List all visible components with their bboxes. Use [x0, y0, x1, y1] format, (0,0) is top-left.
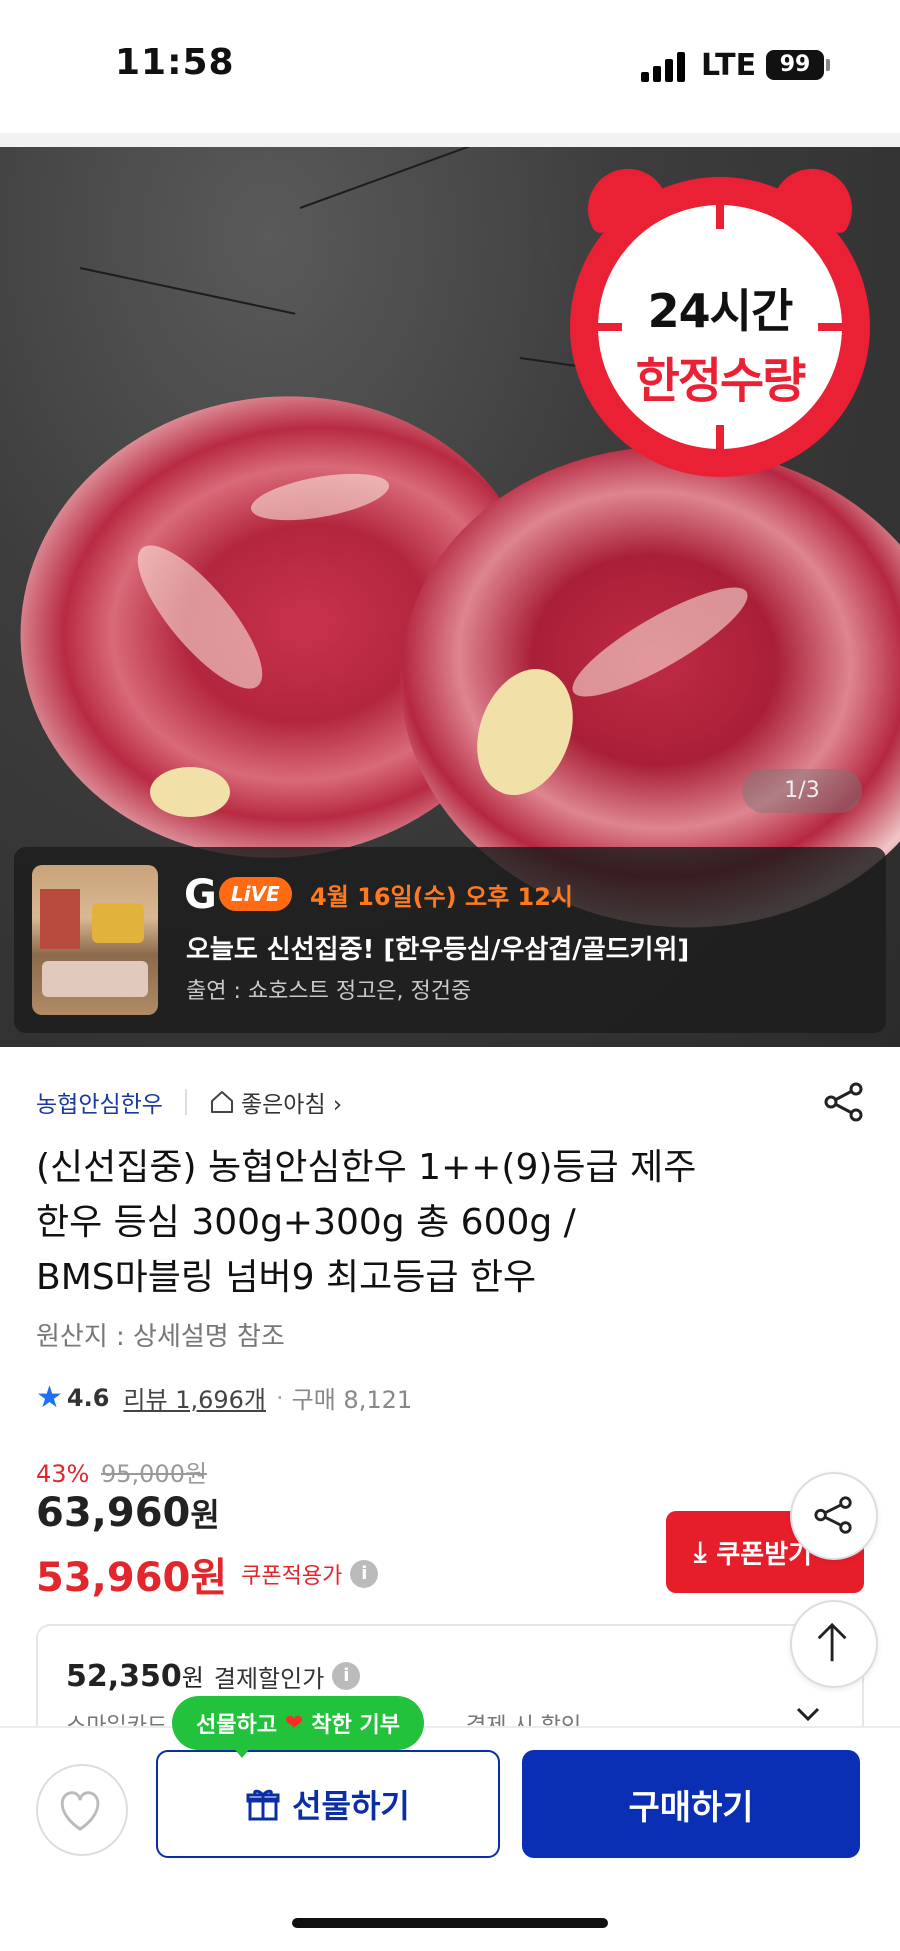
- store-separator: [184, 1089, 187, 1115]
- heart-icon: ❤: [284, 1710, 304, 1736]
- share-icon[interactable]: [822, 1080, 866, 1124]
- download-icon: ⤓: [694, 1535, 707, 1568]
- gift-tooltip: 선물하고 ❤ 착한 기부: [172, 1696, 425, 1750]
- sale-price: 63,960원: [36, 1490, 220, 1536]
- info-icon[interactable]: i: [332, 1662, 361, 1690]
- coupon-price-row: 53,960원 쿠폰적용가 i: [36, 1545, 379, 1603]
- arrow-up-icon: [817, 1622, 847, 1662]
- payment-amount: 52,350: [66, 1659, 182, 1694]
- product-page: 11:58 LTE 99 24시간 한정수량 1/3 G LiVE 4월 16일…: [0, 0, 900, 1951]
- gift-icon: [246, 1789, 280, 1821]
- status-bar: 11:58 LTE 99: [0, 0, 900, 135]
- origin-info: 원산지 : 상세설명 참조: [36, 1322, 285, 1352]
- limited-quantity-badge: 24시간 한정수량: [570, 154, 870, 477]
- info-icon[interactable]: i: [350, 1560, 379, 1588]
- reviews-link[interactable]: 리뷰 1,696개: [123, 1380, 266, 1415]
- badge-line1: 24시간: [647, 284, 794, 338]
- battery-tip: [826, 59, 830, 71]
- network-type: LTE: [701, 48, 757, 83]
- live-title: 오늘도 신선집중! [한우등심/우삼겹/골드키위]: [186, 935, 690, 965]
- live-broadcast-card[interactable]: G LiVE 4월 16일(수) 오후 12시 오늘도 신선집중! [한우등심/…: [14, 847, 886, 1033]
- scroll-top-button[interactable]: [790, 1600, 878, 1688]
- store-name-link[interactable]: 농협안심한우: [36, 1085, 163, 1119]
- coupon-price: 53,960원: [36, 1555, 228, 1601]
- status-time: 11:58: [115, 42, 235, 83]
- gift-tooltip-arrow: [232, 1746, 252, 1758]
- badge-line2: 한정수량: [635, 353, 807, 409]
- live-badge: LiVE: [219, 877, 292, 911]
- gift-tooltip-right: 착한 기부: [311, 1713, 401, 1738]
- original-price: 95,000원: [100, 1460, 208, 1488]
- rating-row: ★ 4.6 리뷰 1,696개 · 구매 8,121: [36, 1380, 412, 1415]
- product-title-line: 한우 등심 300g+300g 총 600g /: [36, 1202, 576, 1243]
- rating-value: 4.6: [66, 1383, 110, 1412]
- gift-button-label: 선물하기: [292, 1787, 410, 1825]
- chevron-down-icon[interactable]: [794, 1700, 822, 1728]
- discount-percent: 43%: [36, 1460, 90, 1488]
- product-title-line: BMS마블링 넘버9 최고등급 한우: [36, 1257, 537, 1298]
- live-date: 4월 16일(수) 오후 12시: [310, 883, 573, 911]
- home-indicator[interactable]: [292, 1918, 608, 1928]
- battery-icon: 99: [766, 50, 824, 80]
- sale-price-amount: 63,960: [36, 1490, 191, 1536]
- product-title-line: (신선집중) 농협안심한우 1++(9)등급 제주: [36, 1147, 697, 1188]
- buy-button[interactable]: 구매하기: [522, 1750, 860, 1858]
- payment-discount-label: 결제할인가: [213, 1664, 325, 1693]
- payment-unit: 원: [181, 1664, 204, 1692]
- heart-icon: [60, 1791, 100, 1831]
- coupon-price-label: 쿠폰적용가: [241, 1564, 343, 1589]
- buy-button-label: 구매하기: [628, 1787, 754, 1828]
- payment-discount-line: 52,350원 결제할인가 i: [66, 1658, 361, 1694]
- payment-discount-price: 52,350원: [66, 1658, 204, 1694]
- brand-link[interactable]: 좋은아침 ›: [241, 1085, 342, 1119]
- gift-tooltip-left: 선물하고: [196, 1713, 277, 1738]
- status-divider: [0, 133, 900, 147]
- g-logo: G: [184, 872, 217, 918]
- cellular-signal-icon: [641, 52, 687, 82]
- image-counter: 1/3: [742, 769, 862, 813]
- gift-button[interactable]: 선물하기: [156, 1750, 500, 1858]
- wishlist-button[interactable]: [36, 1764, 128, 1856]
- sale-price-unit: 원: [190, 1496, 220, 1534]
- share-icon: [814, 1496, 852, 1534]
- live-thumbnail: [32, 865, 158, 1015]
- star-icon: ★: [36, 1380, 63, 1415]
- discount-row: 43% 95,000원: [36, 1454, 207, 1489]
- purchase-count: 구매 8,121: [291, 1386, 413, 1414]
- product-title: (신선집중) 농협안심한우 1++(9)등급 제주 한우 등심 300g+300…: [36, 1140, 836, 1305]
- store-row: 농협안심한우 좋은아침 ›: [36, 1085, 342, 1119]
- floating-share-button[interactable]: [790, 1472, 878, 1560]
- rating-separator: ·: [276, 1383, 284, 1412]
- home-icon: [210, 1091, 233, 1113]
- live-cast: 출연 : 쇼호스트 정고은, 정건중: [186, 979, 472, 1004]
